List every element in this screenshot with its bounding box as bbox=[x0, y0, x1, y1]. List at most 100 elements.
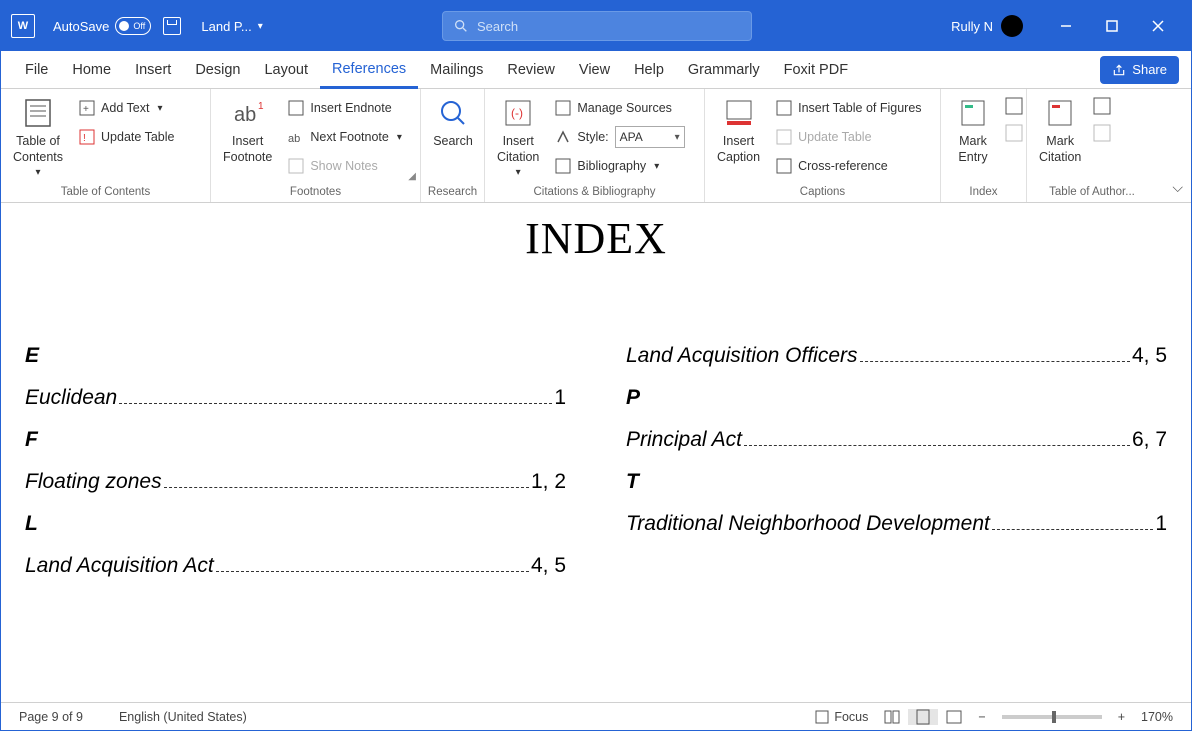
tab-references[interactable]: References bbox=[320, 52, 418, 89]
style-icon bbox=[555, 129, 571, 145]
manage-sources-button[interactable]: Manage Sources bbox=[551, 95, 688, 121]
mark-entry-icon bbox=[957, 97, 989, 129]
index-entry: Land Acquisition Officers4, 5 bbox=[626, 344, 1167, 368]
cross-reference-button[interactable]: Cross-reference bbox=[772, 153, 925, 179]
style-dropdown[interactable]: APA bbox=[615, 126, 685, 148]
zoom-out-button[interactable]: − bbox=[970, 710, 993, 724]
collapse-ribbon-icon[interactable]: ⌵ bbox=[1172, 179, 1183, 196]
citation-style-select[interactable]: Style: APA bbox=[551, 124, 688, 150]
share-icon bbox=[1112, 63, 1126, 77]
print-layout-button[interactable] bbox=[908, 709, 938, 725]
page-indicator[interactable]: Page 9 of 9 bbox=[11, 710, 91, 724]
page-title: INDEX bbox=[25, 213, 1167, 264]
tab-help[interactable]: Help bbox=[622, 51, 676, 88]
figures-icon bbox=[776, 100, 792, 116]
tab-review[interactable]: Review bbox=[495, 51, 567, 88]
autosave-toggle[interactable]: AutoSave Off bbox=[53, 17, 151, 35]
search-input[interactable]: Search bbox=[442, 11, 752, 41]
group-label-footnotes: Footnotes bbox=[215, 184, 416, 202]
mark-citation-icon bbox=[1044, 97, 1076, 129]
zoom-in-button[interactable]: + bbox=[1110, 710, 1133, 724]
user-account[interactable]: Rully N bbox=[951, 15, 1023, 37]
index-entry: Euclidean1 bbox=[25, 386, 566, 410]
footnote-icon: ab1 bbox=[232, 97, 264, 129]
tab-mailings[interactable]: Mailings bbox=[418, 51, 495, 88]
insert-endnote-button[interactable]: Insert Endnote bbox=[284, 95, 406, 121]
index-column-left: E Euclidean1 F Floating zones1, 2 L Land… bbox=[25, 344, 566, 596]
bibliography-button[interactable]: Bibliography▾ bbox=[551, 153, 688, 179]
focus-mode-button[interactable]: Focus bbox=[806, 709, 876, 725]
update-authorities-icon[interactable] bbox=[1093, 124, 1111, 142]
tab-grammarly[interactable]: Grammarly bbox=[676, 51, 772, 88]
read-mode-button[interactable] bbox=[876, 710, 908, 724]
focus-icon bbox=[814, 709, 830, 725]
search-button[interactable]: Search bbox=[425, 93, 481, 151]
svg-text:+: + bbox=[83, 104, 89, 115]
read-icon bbox=[884, 710, 900, 724]
index-letter: T bbox=[626, 470, 1167, 494]
language-indicator[interactable]: English (United States) bbox=[111, 710, 255, 724]
dialog-launcher-icon[interactable]: ◢ bbox=[408, 171, 416, 182]
caption-icon bbox=[723, 97, 755, 129]
autosave-label: AutoSave bbox=[53, 19, 109, 34]
update-caption-table-button: Update Table bbox=[772, 124, 925, 150]
show-notes-button: Show Notes bbox=[284, 153, 406, 179]
avatar-icon bbox=[1001, 15, 1023, 37]
tab-foxit[interactable]: Foxit PDF bbox=[772, 51, 860, 88]
ribbon: Table of Contents▾ +Add Text▾ !Update Ta… bbox=[1, 89, 1191, 203]
mark-entry-button[interactable]: Mark Entry bbox=[945, 93, 1001, 168]
tab-layout[interactable]: Layout bbox=[252, 51, 320, 88]
index-entry: Principal Act6, 7 bbox=[626, 428, 1167, 452]
update-table-button[interactable]: !Update Table bbox=[75, 124, 178, 150]
group-label-toc: Table of Contents bbox=[5, 184, 206, 202]
save-icon[interactable] bbox=[163, 17, 181, 35]
document-canvas[interactable]: INDEX E Euclidean1 F Floating zones1, 2 … bbox=[1, 203, 1191, 683]
bibliography-icon bbox=[555, 158, 571, 174]
insert-authorities-icon[interactable] bbox=[1093, 97, 1111, 115]
insert-footnote-button[interactable]: ab1 Insert Footnote bbox=[215, 93, 280, 168]
share-button[interactable]: Share bbox=[1100, 56, 1179, 84]
tab-insert[interactable]: Insert bbox=[123, 51, 183, 88]
citation-icon: (-) bbox=[502, 97, 534, 129]
web-layout-button[interactable] bbox=[938, 710, 970, 724]
update-index-icon[interactable] bbox=[1005, 124, 1023, 142]
index-entry: Floating zones1, 2 bbox=[25, 470, 566, 494]
zoom-slider[interactable] bbox=[1002, 715, 1102, 719]
zoom-level[interactable]: 170% bbox=[1133, 710, 1181, 724]
index-column-right: Land Acquisition Officers4, 5 P Principa… bbox=[626, 344, 1167, 596]
tab-file[interactable]: File bbox=[13, 51, 60, 88]
add-text-icon: + bbox=[79, 100, 95, 116]
menu-tabs: File Home Insert Design Layout Reference… bbox=[1, 51, 1191, 89]
tab-home[interactable]: Home bbox=[60, 51, 123, 88]
search-icon bbox=[453, 18, 469, 34]
index-entry: Land Acquisition Act4, 5 bbox=[25, 554, 566, 578]
add-text-button[interactable]: +Add Text▾ bbox=[75, 95, 178, 121]
endnote-icon bbox=[288, 100, 304, 116]
cross-ref-icon bbox=[776, 158, 792, 174]
update-icon: ! bbox=[79, 129, 95, 145]
insert-caption-button[interactable]: Insert Caption bbox=[709, 93, 768, 168]
close-button[interactable] bbox=[1135, 1, 1181, 51]
insert-table-figures-button[interactable]: Insert Table of Figures bbox=[772, 95, 925, 121]
group-label-citations: Citations & Bibliography bbox=[489, 184, 700, 202]
minimize-button[interactable] bbox=[1043, 1, 1089, 51]
maximize-button[interactable] bbox=[1089, 1, 1135, 51]
group-label-captions: Captions bbox=[709, 184, 936, 202]
next-footnote-button[interactable]: abNext Footnote▾ bbox=[284, 124, 406, 150]
toggle-icon: Off bbox=[115, 17, 151, 35]
document-title[interactable]: Land P... ▾ bbox=[201, 19, 262, 34]
index-letter: L bbox=[25, 512, 566, 536]
word-logo-icon: W bbox=[11, 14, 35, 38]
statusbar: Page 9 of 9 English (United States) Focu… bbox=[1, 702, 1191, 730]
insert-index-icon[interactable] bbox=[1005, 97, 1023, 115]
tab-view[interactable]: View bbox=[567, 51, 622, 88]
manage-sources-icon bbox=[555, 100, 571, 116]
insert-citation-button[interactable]: (-) Insert Citation▾ bbox=[489, 93, 547, 181]
table-of-contents-button[interactable]: Table of Contents▾ bbox=[5, 93, 71, 181]
mark-citation-button[interactable]: Mark Citation bbox=[1031, 93, 1089, 168]
group-label-research: Research bbox=[425, 184, 480, 202]
toc-icon bbox=[22, 97, 54, 129]
next-footnote-icon: ab bbox=[288, 129, 304, 145]
magnifier-icon bbox=[437, 97, 469, 129]
tab-design[interactable]: Design bbox=[183, 51, 252, 88]
